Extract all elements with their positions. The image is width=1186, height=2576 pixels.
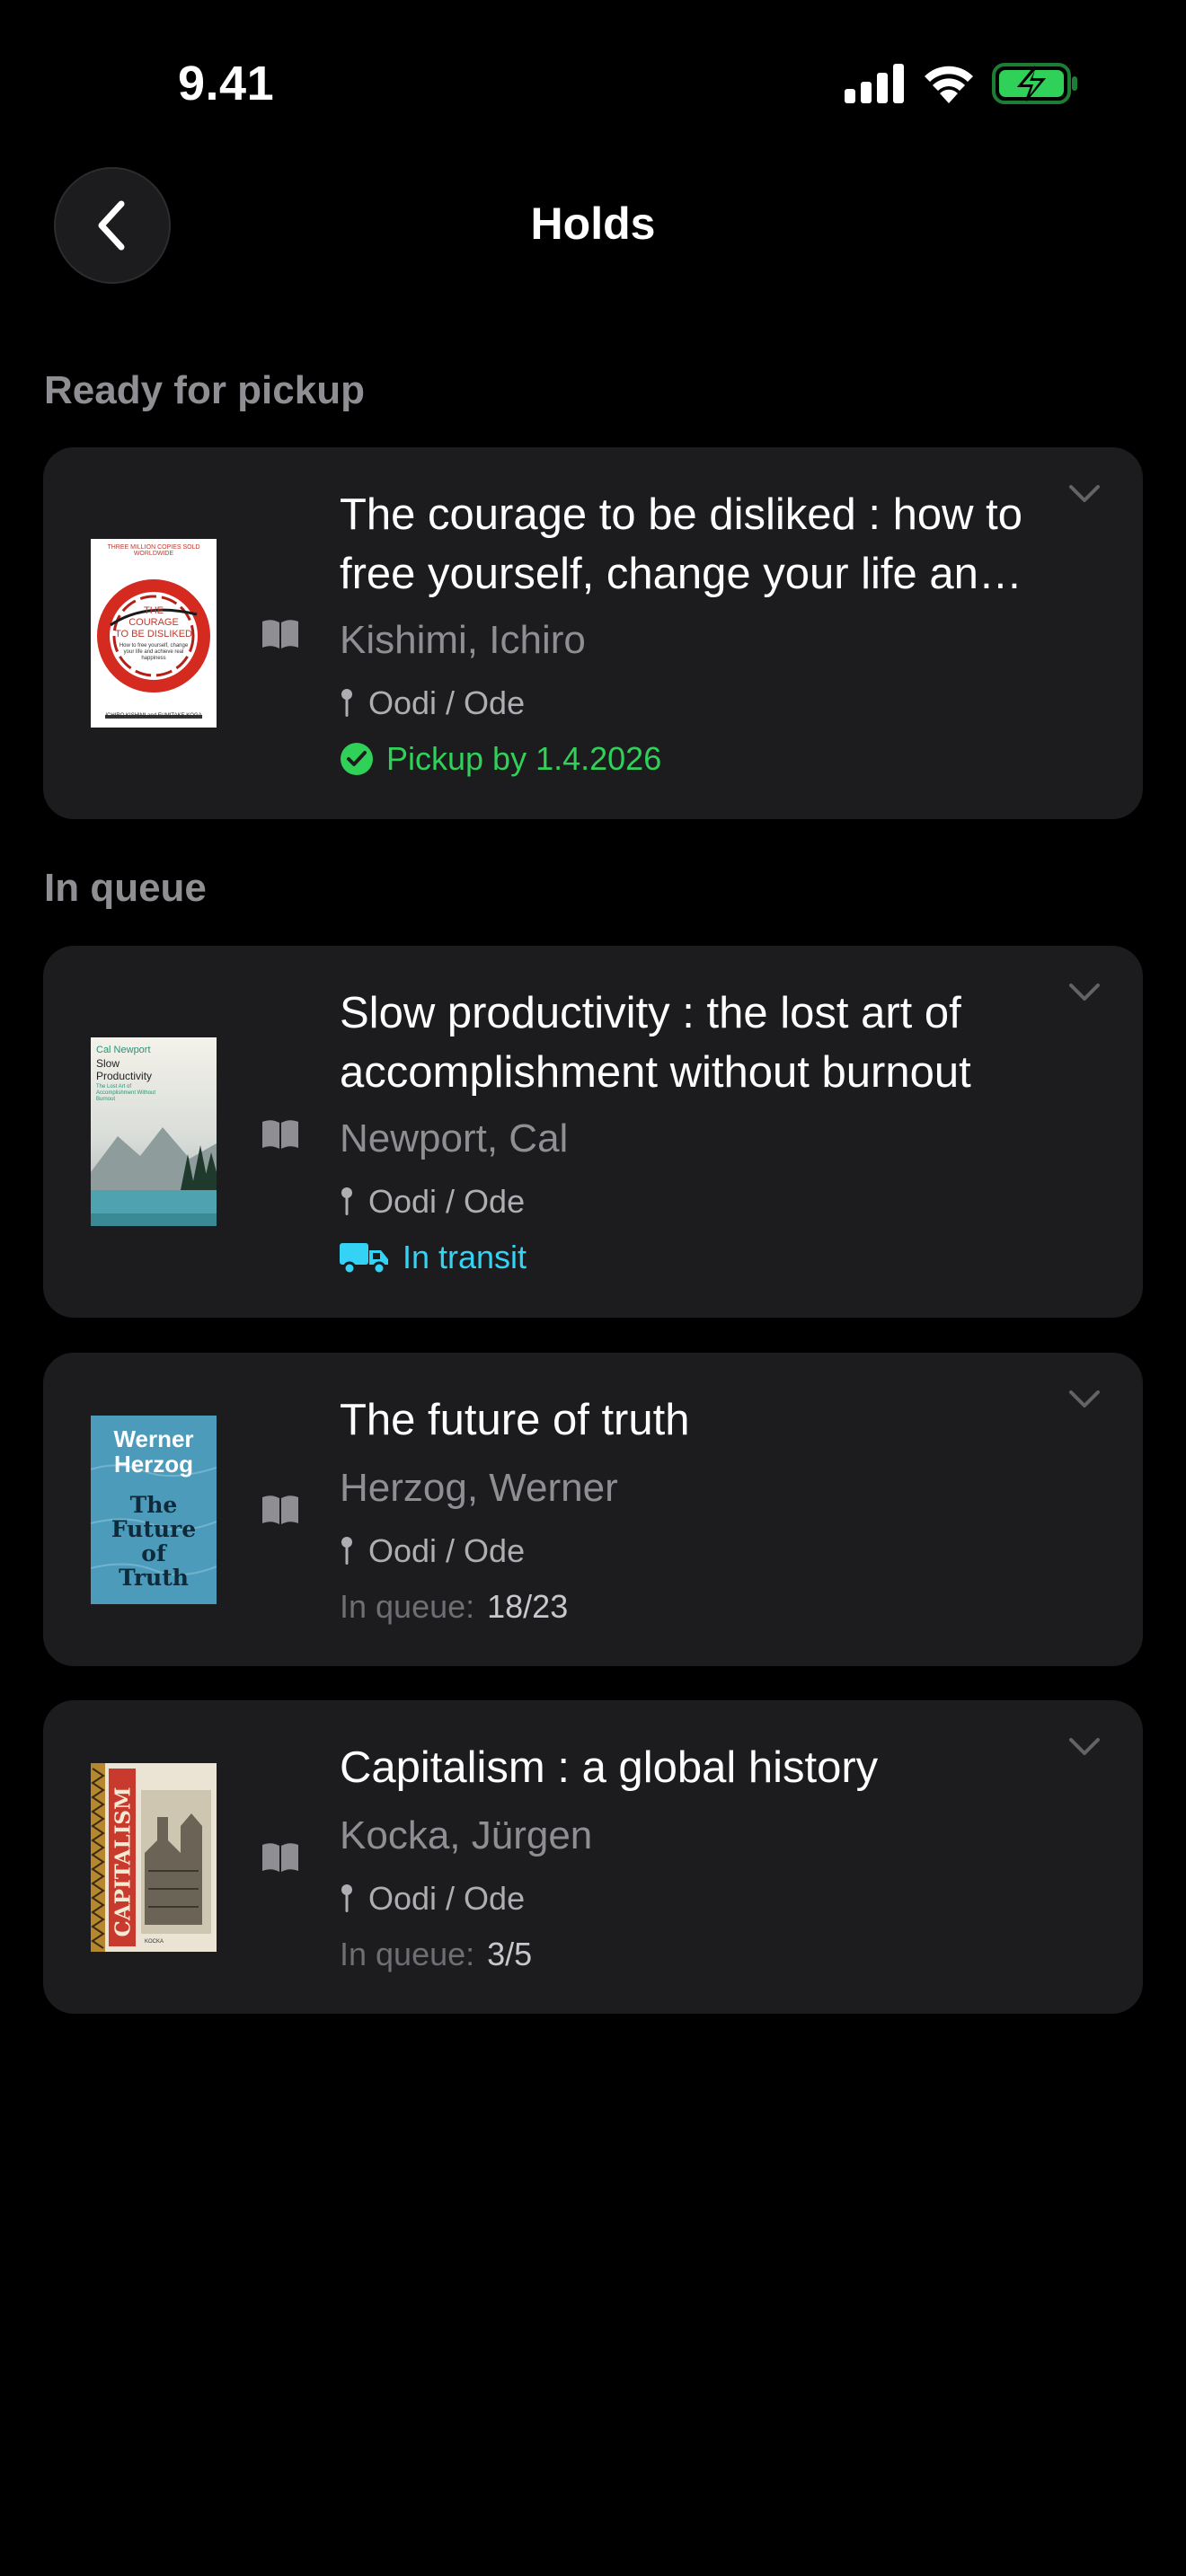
location-label: Oodi / Ode — [368, 1532, 526, 1569]
book-icon — [262, 1495, 298, 1524]
hold-location: Oodi / Ode — [340, 1880, 525, 1918]
cellular-signal-icon — [845, 64, 904, 103]
hold-location: Oodi / Ode — [340, 1532, 525, 1570]
chevron-down-icon[interactable] — [1067, 1736, 1102, 1758]
hold-title: Slow productivity : the lost art of acco… — [340, 989, 971, 1097]
section-header-queue: In queue — [44, 866, 207, 910]
cover-title-line: Future — [111, 1516, 197, 1542]
transit-status: In transit — [340, 1239, 527, 1276]
hold-card[interactable]: Werner Herzog The Future of Truth The fu… — [43, 1353, 1143, 1666]
hold-author: Kishimi, Ichiro — [340, 618, 586, 662]
queue-status: In queue: 18/23 — [340, 1588, 568, 1626]
cover-author: KOCKA — [145, 1939, 164, 1945]
pin-icon — [341, 689, 352, 717]
status-time: 9.41 — [178, 57, 275, 110]
cover-author-line: Herzog — [113, 1451, 194, 1478]
cover-author-line: Werner — [113, 1425, 194, 1452]
queue-label: In queue: — [340, 1588, 475, 1625]
battery-charging-icon — [992, 63, 1077, 104]
pickup-status: Pickup by 1.4.2026 — [340, 740, 661, 778]
cover-subtitle: How to free yourself, change your life a… — [119, 643, 189, 661]
cover-title-line: TO BE DISLIKED — [115, 629, 192, 640]
truck-icon — [340, 1243, 388, 1275]
pin-icon — [341, 1537, 352, 1565]
transit-status-text: In transit — [403, 1239, 527, 1275]
hold-card[interactable]: THREE MILLION COPIES SOLD WORLDWIDE THE … — [43, 447, 1143, 819]
cover-title: Slow Productivity — [96, 1057, 152, 1082]
cover-title-line: Productivity — [96, 1070, 153, 1082]
book-cover: THREE MILLION COPIES SOLD WORLDWIDE THE … — [91, 539, 217, 728]
cover-title: The Future of Truth — [91, 1493, 217, 1590]
location-label: Oodi / Ode — [368, 684, 526, 721]
book-cover: Cal Newport Slow Productivity The Lost A… — [91, 1037, 217, 1226]
cover-title-line: Slow — [96, 1057, 120, 1070]
cover-subtitle: The Lost Art of Accomplishment Without B… — [96, 1084, 156, 1102]
cover-title-line: Truth — [119, 1565, 189, 1591]
hold-author: Kocka, Jürgen — [340, 1813, 593, 1857]
status-icons — [845, 63, 1078, 104]
hold-title: Capitalism : a global history — [340, 1743, 879, 1792]
holds-screen: 9.41 Holds Ready for pickup THREE MILLIO… — [0, 0, 1186, 2576]
chevron-down-icon[interactable] — [1067, 982, 1102, 1003]
hold-title: The future of truth — [340, 1396, 690, 1444]
pin-icon — [341, 1187, 352, 1215]
location-label: Oodi / Ode — [368, 1183, 526, 1220]
book-icon — [262, 620, 298, 648]
book-icon — [262, 1120, 298, 1149]
queue-position: 3/5 — [487, 1936, 533, 1972]
cover-title-line: COURAGE — [128, 617, 179, 628]
hold-card[interactable]: Cal Newport Slow Productivity The Lost A… — [43, 946, 1143, 1318]
hold-location: Oodi / Ode — [340, 684, 525, 722]
chevron-down-icon[interactable] — [1067, 1389, 1102, 1410]
cover-title-line: of — [141, 1540, 166, 1566]
cover-title-line: THE — [144, 605, 164, 616]
pickup-status-text: Pickup by 1.4.2026 — [386, 740, 662, 777]
hold-title: The courage to be disliked : how to free… — [340, 490, 1022, 598]
cover-title: THE COURAGE TO BE DISLIKED — [91, 605, 217, 640]
hold-author: Newport, Cal — [340, 1116, 569, 1160]
cover-author: Werner Herzog — [91, 1426, 217, 1477]
queue-position: 18/23 — [487, 1588, 569, 1625]
book-cover: CAPITALISM KOCKA — [91, 1763, 217, 1952]
cover-title: CAPITALISM — [111, 1786, 136, 1937]
cover-top-text: THREE MILLION COPIES SOLD WORLDWIDE — [107, 544, 200, 557]
cover-title-line: The — [129, 1492, 178, 1518]
cover-author: Cal Newport — [96, 1045, 151, 1055]
page-title: Holds — [530, 198, 656, 249]
book-cover: Werner Herzog The Future of Truth — [91, 1416, 217, 1604]
section-header-ready: Ready for pickup — [44, 368, 365, 412]
hold-author: Herzog, Werner — [340, 1466, 618, 1510]
chevron-down-icon[interactable] — [1067, 483, 1102, 505]
book-icon — [262, 1843, 298, 1872]
hold-card[interactable]: CAPITALISM KOCKA Capitalism : a global h… — [43, 1700, 1143, 2014]
wifi-icon — [925, 66, 973, 103]
hold-location: Oodi / Ode — [340, 1183, 525, 1221]
check-circle-icon — [341, 743, 373, 775]
queue-label: In queue: — [340, 1936, 475, 1972]
queue-status: In queue: 3/5 — [340, 1936, 532, 1973]
location-label: Oodi / Ode — [368, 1880, 526, 1917]
cover-authors: ICHIRO KISHIMI and FUMITAKE KOGA — [105, 713, 202, 719]
pin-icon — [341, 1884, 352, 1912]
